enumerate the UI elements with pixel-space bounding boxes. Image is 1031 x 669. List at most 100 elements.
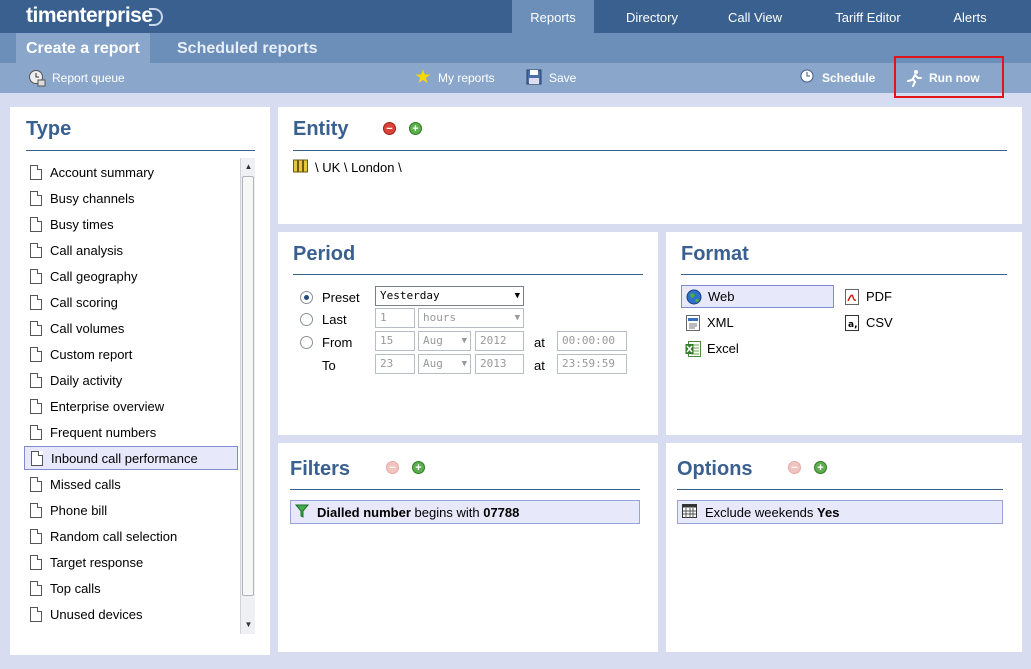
report-type-item[interactable]: Target response: [24, 550, 238, 574]
report-queue-button[interactable]: Report queue: [28, 63, 125, 93]
from-time-input[interactable]: 00:00:00: [557, 331, 627, 351]
last-unit-select[interactable]: hours ▼: [418, 308, 524, 328]
report-type-label: Phone bill: [50, 502, 108, 518]
format-panel-title: Format: [681, 243, 749, 265]
report-type-label: Top calls: [50, 580, 101, 596]
globe-icon: [686, 289, 702, 305]
format-xml-option[interactable]: XML: [681, 311, 834, 334]
document-icon: [31, 450, 43, 466]
report-type-label: Busy channels: [50, 190, 135, 206]
from-month-select[interactable]: Aug ▼: [418, 331, 471, 351]
report-type-label: Busy times: [50, 216, 114, 232]
report-type-item[interactable]: Unused devices: [24, 602, 238, 626]
filter-row[interactable]: Dialled number begins with 07788: [290, 500, 640, 524]
sub-navigation-bar: Create a report Scheduled reports: [0, 33, 1031, 63]
period-panel-divider: [293, 274, 643, 275]
remove-option-icon[interactable]: −: [788, 461, 801, 474]
type-list-scrollbar[interactable]: ▲ ▼: [240, 158, 255, 634]
format-pdf-label: PDF: [866, 289, 892, 304]
report-type-item[interactable]: Busy times: [24, 212, 238, 236]
format-pdf-option[interactable]: PDF: [840, 285, 960, 308]
report-type-item[interactable]: Daily activity: [24, 368, 238, 392]
brand-logo: timenterprise: [26, 4, 163, 28]
options-panel-title: Options: [677, 458, 753, 480]
my-reports-button[interactable]: ★ My reports: [414, 63, 494, 93]
document-icon: [30, 164, 42, 180]
report-type-item[interactable]: Missed calls: [24, 472, 238, 496]
scroll-down-arrow[interactable]: ▼: [241, 618, 256, 632]
document-icon: [30, 294, 42, 310]
scroll-up-arrow[interactable]: ▲: [241, 160, 256, 174]
report-type-item[interactable]: Call scoring: [24, 290, 238, 314]
option-row[interactable]: Exclude weekends Yes: [677, 500, 1003, 524]
nav-tab-tariff-editor[interactable]: Tariff Editor: [812, 0, 924, 33]
period-panel-title: Period: [293, 243, 356, 265]
entity-panel-divider: [293, 150, 1007, 151]
type-panel-divider: [26, 150, 255, 151]
save-label: Save: [549, 71, 577, 85]
nav-tab-alerts[interactable]: Alerts: [930, 0, 1010, 33]
schedule-button[interactable]: Schedule: [798, 63, 875, 93]
preset-select[interactable]: Yesterday ▼: [375, 286, 524, 306]
subtab-create-report[interactable]: Create a report: [16, 33, 150, 63]
report-type-item[interactable]: Call volumes: [24, 316, 238, 340]
run-now-highlight: [894, 56, 1004, 98]
document-icon: [30, 528, 42, 544]
nav-tab-directory[interactable]: Directory: [604, 0, 700, 33]
from-radio[interactable]: [300, 336, 313, 349]
report-type-item[interactable]: Inbound call performance: [24, 446, 238, 470]
save-button[interactable]: Save: [525, 63, 576, 93]
report-type-item[interactable]: Account summary: [24, 160, 238, 184]
schedule-label: Schedule: [822, 71, 876, 85]
report-type-label: Target response: [50, 554, 144, 570]
remove-entity-icon[interactable]: −: [383, 122, 396, 135]
report-type-item[interactable]: Busy channels: [24, 186, 238, 210]
scroll-thumb[interactable]: [242, 176, 254, 596]
nav-tab-call-view[interactable]: Call View: [710, 0, 800, 33]
report-type-item[interactable]: Random call selection: [24, 524, 238, 548]
format-excel-option[interactable]: Excel: [681, 337, 834, 360]
entity-path[interactable]: \ UK \ London \: [293, 159, 402, 176]
directory-tree-icon: [293, 159, 309, 176]
report-type-item[interactable]: Frequent numbers: [24, 420, 238, 444]
to-month-select[interactable]: Aug ▼: [418, 354, 471, 374]
report-type-item[interactable]: Top calls: [24, 576, 238, 600]
report-type-label: Account summary: [50, 164, 155, 180]
document-icon: [30, 372, 42, 388]
last-radio[interactable]: [300, 313, 313, 326]
preset-label: Preset: [322, 290, 360, 305]
from-year-input[interactable]: 2012: [475, 331, 524, 351]
format-web-option[interactable]: Web: [681, 285, 834, 308]
to-year-input[interactable]: 2013: [475, 354, 524, 374]
report-type-label: Unused devices: [50, 606, 143, 622]
chevron-down-icon: ▼: [514, 313, 520, 323]
subtab-scheduled-reports[interactable]: Scheduled reports: [177, 33, 317, 63]
to-day-input[interactable]: 23: [375, 354, 415, 374]
to-time-input[interactable]: 23:59:59: [557, 354, 627, 374]
report-type-item[interactable]: Custom report: [24, 342, 238, 366]
entity-path-text: \ UK \ London \: [315, 160, 402, 175]
report-queue-icon: [28, 69, 46, 87]
from-day-input[interactable]: 15: [375, 331, 415, 351]
add-option-icon[interactable]: +: [814, 461, 827, 474]
document-icon: [30, 242, 42, 258]
to-label: To: [322, 358, 336, 373]
report-type-item[interactable]: Phone bill: [24, 498, 238, 522]
report-type-item[interactable]: Call geography: [24, 264, 238, 288]
last-count-input[interactable]: 1: [375, 308, 415, 328]
report-type-item[interactable]: Call analysis: [24, 238, 238, 262]
add-entity-icon[interactable]: +: [409, 122, 422, 135]
option-row-text: Exclude weekends Yes: [705, 504, 840, 520]
format-csv-option[interactable]: a, CSV: [840, 311, 960, 334]
preset-radio[interactable]: [300, 291, 313, 304]
format-xml-label: XML: [707, 315, 734, 330]
clock-icon: [798, 69, 816, 87]
format-csv-label: CSV: [866, 315, 893, 330]
add-filter-icon[interactable]: +: [412, 461, 425, 474]
nav-tab-reports[interactable]: Reports: [512, 0, 594, 33]
save-icon: [525, 69, 543, 87]
report-type-label: Random call selection: [50, 528, 178, 544]
calendar-icon: [682, 503, 697, 521]
remove-filter-icon[interactable]: −: [386, 461, 399, 474]
report-type-item[interactable]: Enterprise overview: [24, 394, 238, 418]
